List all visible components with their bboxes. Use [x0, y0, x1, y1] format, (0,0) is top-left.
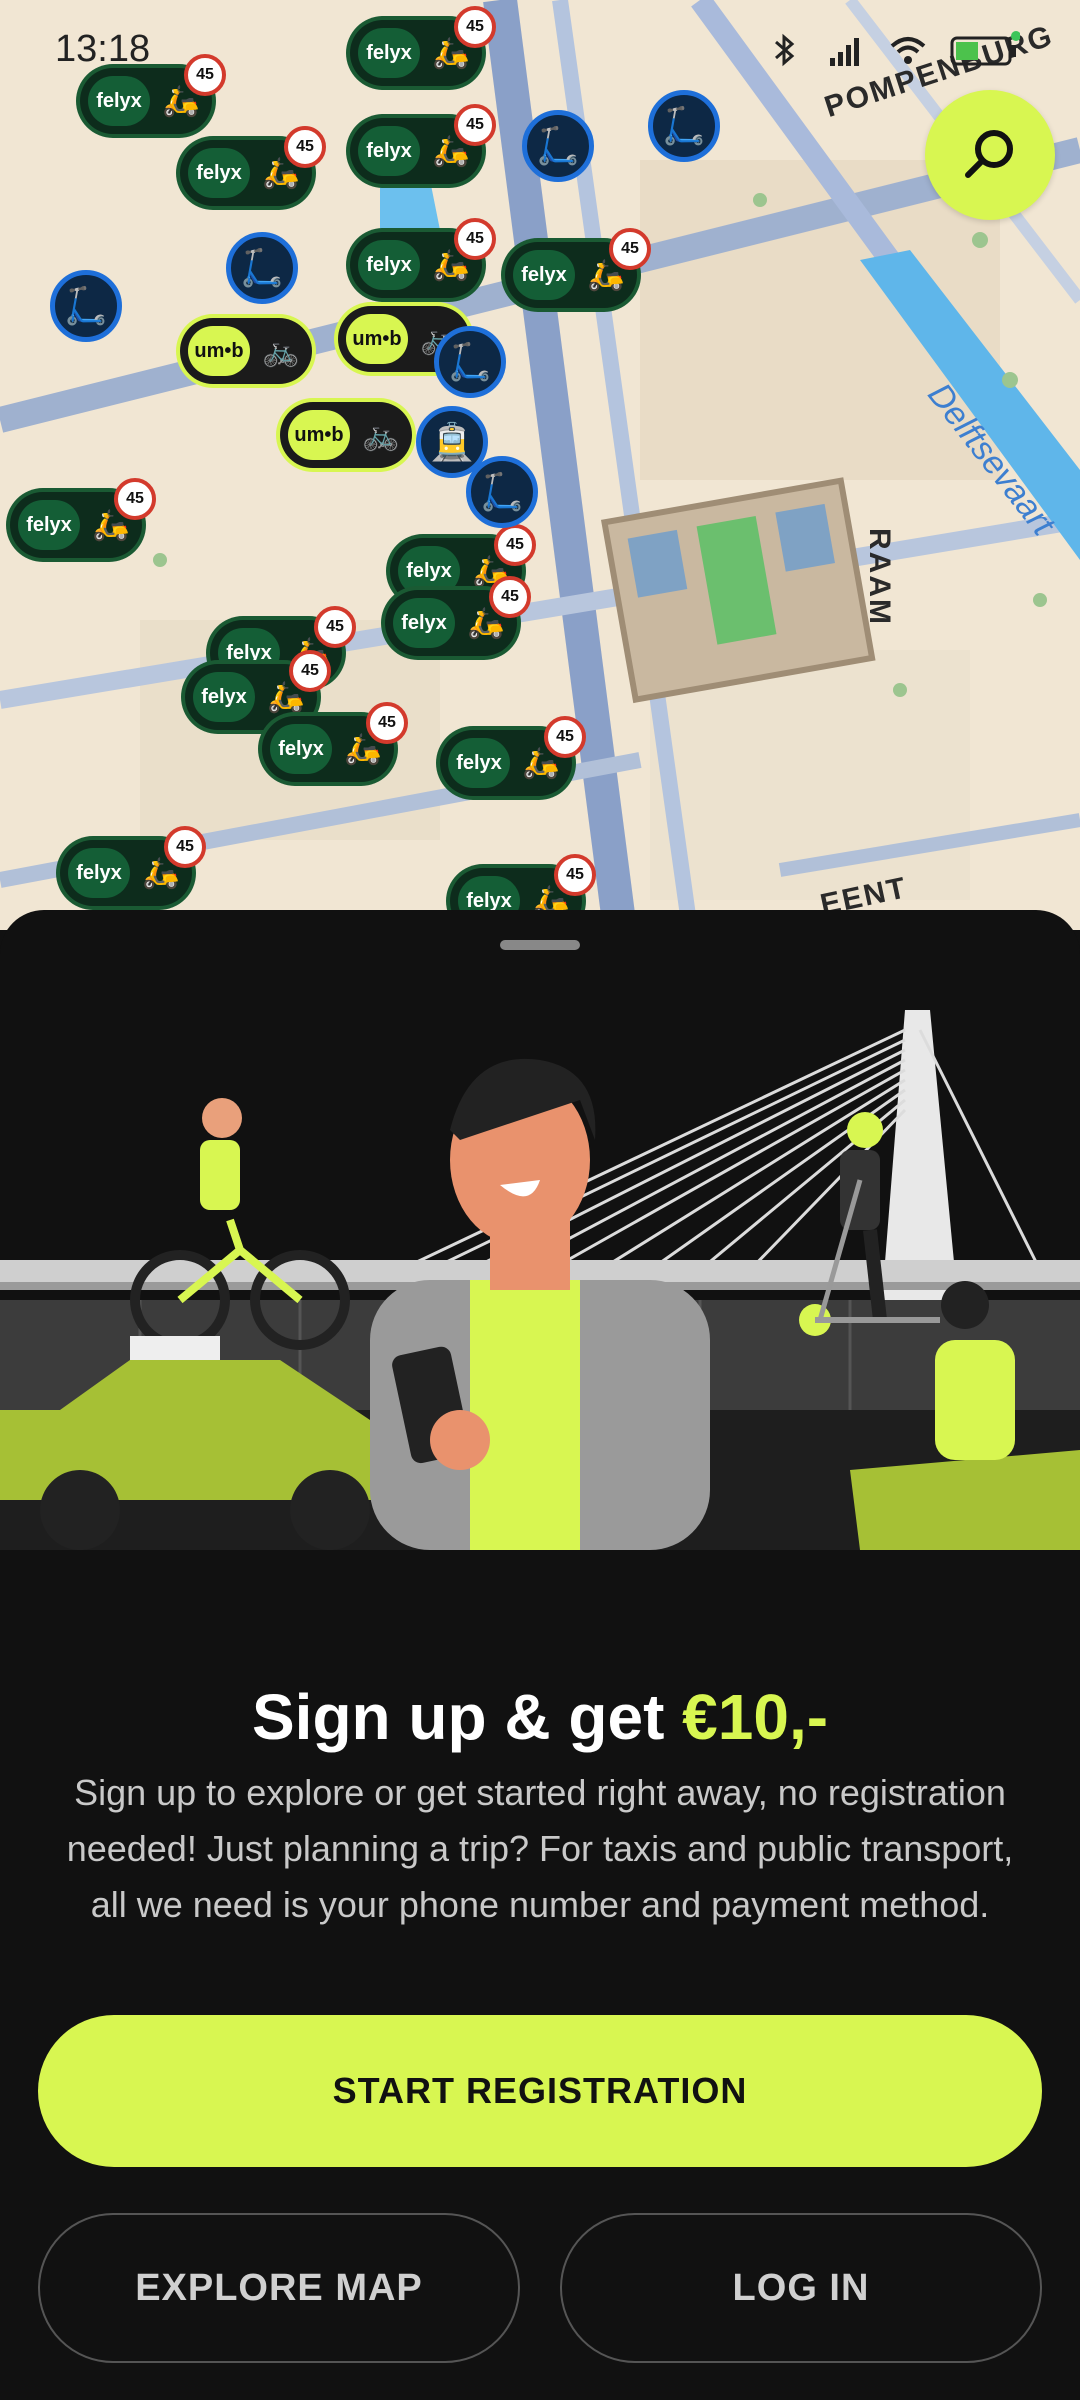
status-bar: 13:18	[0, 0, 1080, 90]
felyx-logo: felyx	[193, 672, 255, 722]
felyx-marker[interactable]: felyx🛵45	[60, 826, 206, 906]
felyx-logo: felyx	[448, 738, 510, 788]
felyx-logo: felyx	[358, 126, 420, 176]
scooter-station-marker[interactable]: 🛴	[434, 326, 506, 398]
felyx-logo: felyx	[513, 250, 575, 300]
kick-scooter-icon: 🛴	[447, 341, 493, 382]
onboarding-sheet: Sign up & get €10,- Sign up to explore o…	[0, 910, 1080, 2400]
start-registration-button[interactable]: START REGISTRATION	[38, 2015, 1042, 2167]
speed-badge: 45	[114, 478, 156, 520]
felyx-marker[interactable]: felyx🛵45	[350, 104, 496, 184]
felyx-marker[interactable]: felyx🛵45	[180, 126, 326, 206]
kick-scooter-icon: 🛴	[239, 247, 285, 288]
bluetooth-icon	[775, 33, 795, 67]
felyx-marker[interactable]: felyx🛵45	[440, 716, 586, 796]
headline-main: Sign up & get	[251, 1681, 683, 1753]
wifi-icon	[890, 37, 926, 64]
scooter-station-marker[interactable]: 🛴	[50, 270, 122, 342]
scooter-station-marker[interactable]: 🛴	[466, 456, 538, 528]
log-in-button[interactable]: LOG IN	[560, 2213, 1042, 2363]
umob-marker[interactable]: um•b 🚲	[180, 318, 312, 384]
tram-icon: 🚊	[429, 421, 475, 462]
bicycle-icon: 🚲	[362, 418, 400, 452]
scooter-station-marker[interactable]: 🛴	[522, 110, 594, 182]
speed-badge: 45	[494, 524, 536, 566]
status-icons	[764, 30, 1020, 70]
signup-description: Sign up to explore or get started right …	[66, 1772, 1014, 1925]
speed-badge: 45	[366, 702, 408, 744]
speed-badge: 45	[289, 650, 331, 692]
kick-scooter-icon: 🛴	[63, 285, 109, 326]
speed-badge: 45	[554, 854, 596, 896]
speed-badge: 45	[314, 606, 356, 648]
search-button[interactable]	[925, 90, 1055, 220]
umob-marker[interactable]: um•b 🚲	[280, 402, 412, 468]
felyx-marker[interactable]: felyx🛵45	[262, 702, 408, 782]
speed-badge: 45	[609, 228, 651, 270]
kick-scooter-icon: 🛴	[479, 471, 525, 512]
speed-badge: 45	[284, 126, 326, 168]
felyx-logo: felyx	[393, 598, 455, 648]
umob-logo: um•b	[188, 326, 250, 376]
map-view[interactable]: POMPENBURG RAAM EENT Delftsevaart felyx 🛵…	[0, 0, 1080, 930]
felyx-logo: felyx	[188, 148, 250, 198]
scooter-station-marker[interactable]: 🛴	[226, 232, 298, 304]
felyx-marker[interactable]: felyx🛵45	[385, 576, 531, 656]
felyx-marker[interactable]: felyx🛵45	[350, 218, 496, 298]
city-mobility-illustration	[0, 1010, 1080, 1550]
umob-logo: um•b	[346, 314, 408, 364]
battery-icon	[950, 31, 1020, 66]
status-time: 13:18	[55, 28, 151, 70]
kick-scooter-icon: 🛴	[535, 125, 581, 166]
felyx-marker[interactable]: felyx🛵45	[505, 228, 651, 308]
scooter-station-marker[interactable]: 🛴	[648, 90, 720, 162]
speed-badge: 45	[454, 218, 496, 260]
speed-badge: 45	[454, 104, 496, 146]
felyx-marker[interactable]: felyx🛵45	[10, 478, 156, 558]
felyx-logo: felyx	[358, 240, 420, 290]
felyx-logo: felyx	[398, 546, 460, 596]
signup-headline: Sign up & get €10,-	[0, 1680, 1080, 1754]
explore-map-button[interactable]: EXPLORE MAP	[38, 2213, 520, 2363]
speed-badge: 45	[164, 826, 206, 868]
bicycle-icon: 🚲	[262, 334, 300, 368]
speed-badge: 45	[489, 576, 531, 618]
kick-scooter-icon: 🛴	[661, 105, 707, 146]
headline-bonus: €10,-	[682, 1681, 829, 1753]
umob-logo: um•b	[288, 410, 350, 460]
speed-badge: 45	[544, 716, 586, 758]
street-label-raam: RAAM	[863, 528, 896, 626]
sheet-drag-handle[interactable]	[500, 940, 580, 950]
felyx-logo: felyx	[270, 724, 332, 774]
search-icon	[965, 130, 1013, 178]
felyx-logo: felyx	[68, 848, 130, 898]
felyx-logo: felyx	[18, 500, 80, 550]
signal-icon	[830, 38, 859, 66]
